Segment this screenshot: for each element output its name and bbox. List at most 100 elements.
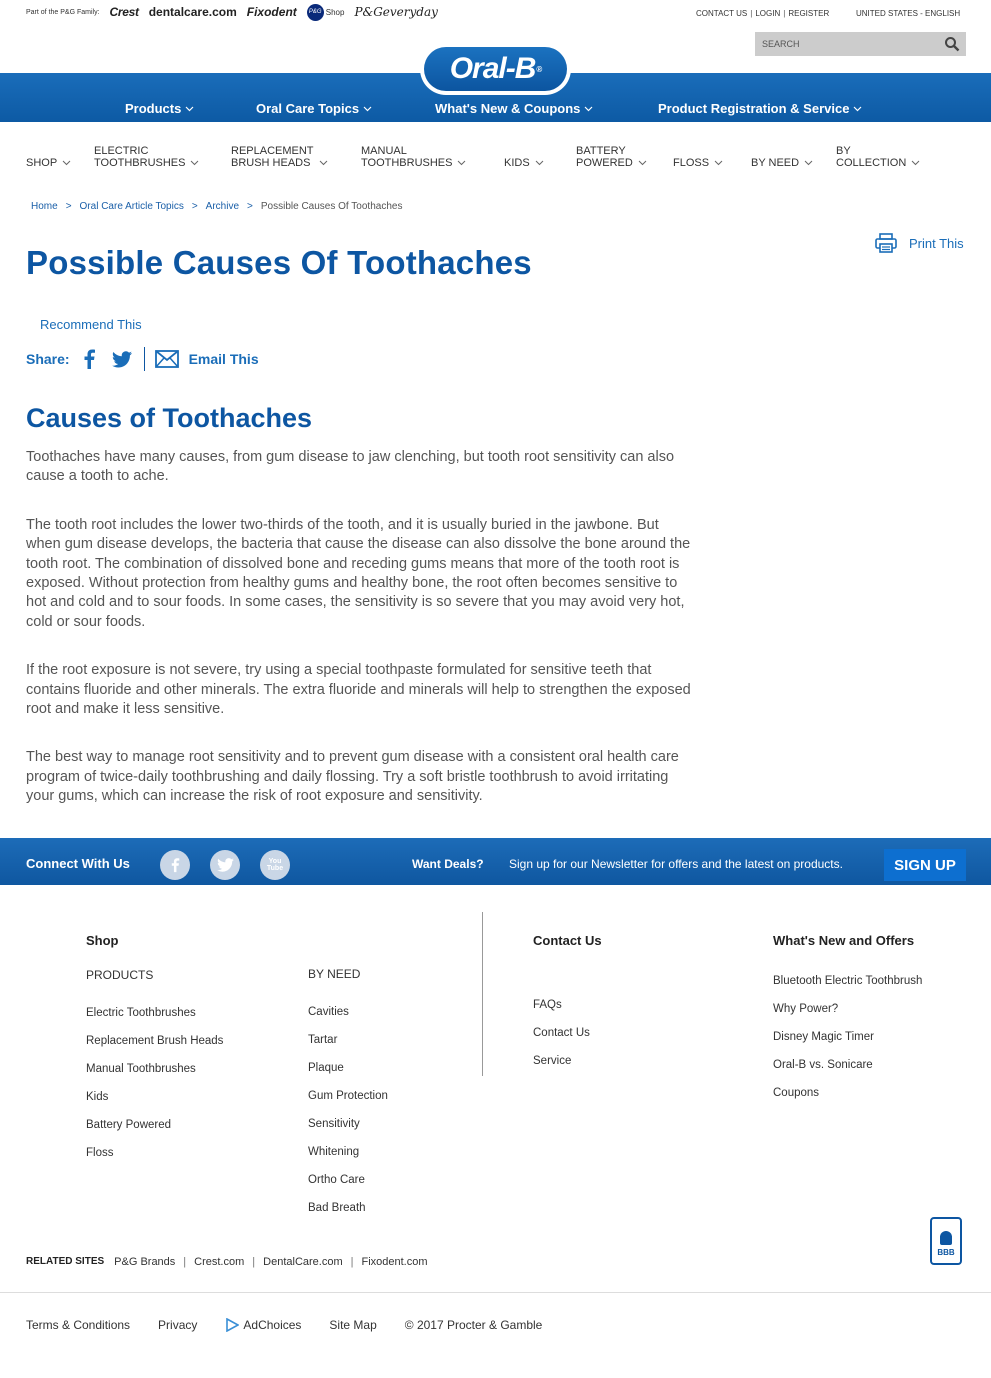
search-input[interactable]: [755, 32, 935, 56]
footer-link[interactable]: FAQs: [533, 999, 562, 1011]
footer-link[interactable]: Floss: [86, 1147, 113, 1159]
cat-electric-toothbrushes[interactable]: ELECTRIC TOOTHBRUSHES: [94, 145, 199, 169]
cat-shop[interactable]: SHOP: [26, 157, 71, 169]
footer-contact-list: FAQs Contact Us Service: [533, 996, 602, 1080]
footer-link[interactable]: Bluetooth Electric Toothbrush: [773, 975, 922, 987]
footer-link[interactable]: Coupons: [773, 1087, 819, 1099]
footer-whatsnew-column: What's New and Offers Bluetooth Electric…: [773, 933, 922, 1112]
register-link[interactable]: REGISTER: [788, 9, 829, 18]
footer-products-heading: PRODUCTS: [86, 968, 154, 982]
chevron-down-icon: [535, 160, 544, 166]
cat-replacement-brush-heads[interactable]: REPLACEMENT BRUSH HEADS: [231, 145, 328, 169]
pg-everyday-link[interactable]: P&Geveryday: [354, 5, 437, 19]
footer-link[interactable]: Battery Powered: [86, 1119, 171, 1131]
footer-link[interactable]: Contact Us: [533, 1027, 590, 1039]
nav-oral-care-topics[interactable]: Oral Care Topics: [256, 101, 372, 116]
facebook-social-icon[interactable]: [160, 850, 190, 880]
footer-contact-heading: Contact Us: [533, 933, 602, 948]
footer-byneed-column: BY NEED Cavities Tartar Plaque Gum Prote…: [308, 967, 388, 1227]
cat-label: BATTERY POWERED: [576, 145, 633, 169]
print-button[interactable]: Print This: [875, 233, 964, 253]
cat-floss[interactable]: FLOSS: [673, 157, 723, 169]
footer-link[interactable]: Service: [533, 1055, 571, 1067]
footer-link[interactable]: Disney Magic Timer: [773, 1031, 874, 1043]
divider: |: [750, 9, 753, 18]
footer-link[interactable]: Cavities: [308, 1006, 349, 1018]
pg-shop-link[interactable]: P&G Shop: [306, 3, 344, 21]
twitter-icon[interactable]: [111, 350, 132, 368]
cat-kids[interactable]: KIDS: [504, 157, 544, 169]
breadcrumb-home[interactable]: Home: [31, 201, 58, 212]
chevron-down-icon: [804, 160, 813, 166]
footer-link[interactable]: Bad Breath: [308, 1202, 366, 1214]
footer-link[interactable]: Kids: [86, 1091, 108, 1103]
facebook-icon[interactable]: [82, 349, 96, 369]
footer-link[interactable]: Plaque: [308, 1062, 344, 1074]
related-link[interactable]: Crest.com: [194, 1256, 244, 1268]
cat-battery-powered[interactable]: BATTERY POWERED: [576, 145, 647, 169]
divider: |: [252, 1256, 256, 1268]
nav-products[interactable]: Products: [125, 101, 194, 116]
footer-divider: [482, 912, 483, 1076]
twitter-icon: [216, 858, 234, 872]
related-link[interactable]: Fixodent.com: [361, 1256, 427, 1268]
footer-link[interactable]: Tartar: [308, 1034, 337, 1046]
adchoices-icon: [226, 1318, 240, 1332]
email-button[interactable]: Email This: [154, 350, 259, 368]
oral-b-logo[interactable]: Oral-B ®: [420, 43, 571, 95]
related-sites: RELATED SITES P&G Brands | Crest.com | D…: [26, 1256, 428, 1268]
bbb-label: BBB: [937, 1248, 955, 1257]
footer-link[interactable]: Manual Toothbrushes: [86, 1063, 196, 1075]
dentalcare-link[interactable]: dentalcare.com: [149, 5, 237, 19]
article-body: Toothaches have many causes, from gum di…: [26, 448, 694, 836]
chevron-down-icon: [638, 160, 647, 166]
chevron-down-icon: [319, 160, 327, 166]
footer-link[interactable]: Oral-B vs. Sonicare: [773, 1059, 873, 1071]
youtube-social-icon[interactable]: You Tube: [260, 850, 290, 880]
nav-label: What's New & Coupons: [435, 101, 581, 116]
signup-button[interactable]: SIGN UP: [884, 849, 966, 881]
contact-us-link[interactable]: CONTACT US: [696, 9, 747, 18]
cat-label: BY COLLECTION: [836, 145, 907, 169]
footer-link[interactable]: Gum Protection: [308, 1090, 388, 1102]
twitter-social-icon[interactable]: [210, 850, 240, 880]
nav-product-registration[interactable]: Product Registration & Service: [658, 101, 862, 116]
cat-by-need[interactable]: BY NEED: [751, 157, 813, 169]
footer-link[interactable]: Why Power?: [773, 1003, 838, 1015]
adchoices-link[interactable]: AdChoices: [225, 1318, 301, 1332]
search-icon[interactable]: [944, 36, 960, 52]
login-link[interactable]: LOGIN: [755, 9, 780, 18]
legal-bar: Terms & Conditions Privacy AdChoices Sit…: [26, 1318, 542, 1332]
breadcrumb-current: Possible Causes Of Toothaches: [260, 201, 403, 212]
nav-whats-new[interactable]: What's New & Coupons: [435, 101, 593, 116]
privacy-link[interactable]: Privacy: [158, 1318, 197, 1332]
share-bar: Share: Email This: [26, 347, 259, 371]
related-link[interactable]: DentalCare.com: [263, 1256, 342, 1268]
cat-label: MANUAL TOOTHBRUSHES: [361, 145, 453, 169]
locale-selector[interactable]: UNITED STATES - ENGLISH: [856, 9, 960, 18]
terms-link[interactable]: Terms & Conditions: [26, 1318, 130, 1332]
recommend-button[interactable]: Recommend This: [40, 317, 142, 332]
fixodent-link[interactable]: Fixodent: [247, 5, 297, 19]
related-link[interactable]: P&G Brands: [114, 1256, 175, 1268]
footer-link[interactable]: Electric Toothbrushes: [86, 1007, 196, 1019]
breadcrumb-archive[interactable]: Archive: [206, 201, 239, 212]
breadcrumb-topics[interactable]: Oral Care Article Topics: [80, 201, 184, 212]
sitemap-link[interactable]: Site Map: [329, 1318, 376, 1332]
page-title: Possible Causes Of Toothaches: [26, 244, 532, 281]
cat-manual-toothbrushes[interactable]: MANUAL TOOTHBRUSHES: [361, 145, 466, 169]
footer-link[interactable]: Sensitivity: [308, 1118, 360, 1130]
adchoices-label: AdChoices: [243, 1318, 302, 1332]
footer-link[interactable]: Ortho Care: [308, 1174, 365, 1186]
copyright: © 2017 Procter & Gamble: [404, 1318, 543, 1332]
footer-link[interactable]: Replacement Brush Heads: [86, 1035, 223, 1047]
cat-label: BY NEED: [751, 157, 800, 169]
breadcrumb-sep: >: [65, 201, 72, 212]
bbb-badge[interactable]: BBB: [930, 1217, 962, 1265]
footer-link[interactable]: Whitening: [308, 1146, 359, 1158]
cat-by-collection[interactable]: BY COLLECTION: [836, 145, 920, 169]
crest-link[interactable]: Crest: [110, 5, 139, 19]
divider: |: [183, 1256, 187, 1268]
footer-contact-column: Contact Us FAQs Contact Us Service: [533, 933, 602, 1080]
chevron-down-icon: [191, 160, 199, 166]
